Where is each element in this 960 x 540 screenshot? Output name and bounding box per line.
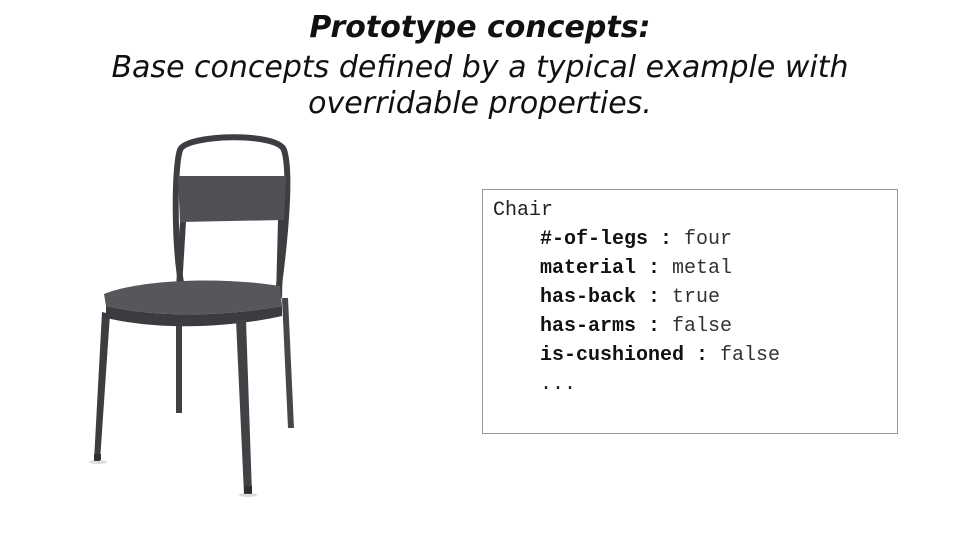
chair-backrest-panel	[178, 176, 286, 222]
chair-seat	[104, 280, 282, 315]
chair-front-leg-right	[236, 320, 252, 494]
property-row: is-cushioned : false	[540, 341, 780, 370]
chair-image	[89, 134, 294, 497]
property-separator: :	[636, 315, 673, 338]
property-row: has-arms : false	[540, 312, 732, 341]
chair-back-leg-right	[282, 298, 294, 428]
property-key: #-of-legs	[540, 228, 649, 251]
property-value: four	[684, 228, 733, 251]
prototype-definition-box: Chair #-of-legs : four material : metal ha…	[482, 189, 898, 434]
property-key: has-arms	[540, 315, 637, 338]
concept-name: Chair	[493, 199, 554, 222]
property-row: has-back : true	[540, 283, 720, 312]
chair-front-leg-left	[94, 312, 110, 461]
property-separator: :	[636, 257, 673, 280]
property-key: has-back	[540, 286, 637, 309]
property-separator: :	[636, 286, 673, 309]
chair-foot-left	[94, 454, 101, 460]
property-value: metal	[672, 257, 733, 280]
slide-subtitle-line-2: overridable properties.	[308, 86, 652, 121]
property-key: is-cushioned	[540, 344, 685, 367]
property-key: material	[540, 257, 637, 280]
slide: Prototype concepts: Base concepts define…	[0, 0, 960, 540]
property-value: true	[672, 286, 721, 309]
property-ellipsis: ...	[540, 373, 577, 396]
property-separator: :	[684, 344, 721, 367]
property-separator: :	[648, 228, 685, 251]
property-value: false	[720, 344, 781, 367]
slide-subtitle-line-1: Base concepts defined by a typical examp…	[111, 50, 849, 85]
chair-back-leg-left	[176, 318, 182, 413]
slide-title: Prototype concepts:	[309, 10, 651, 45]
chair-foot-right	[244, 486, 252, 493]
property-row: #-of-legs : four	[540, 225, 732, 254]
property-value: false	[672, 315, 733, 338]
property-row: material : metal	[540, 254, 732, 283]
